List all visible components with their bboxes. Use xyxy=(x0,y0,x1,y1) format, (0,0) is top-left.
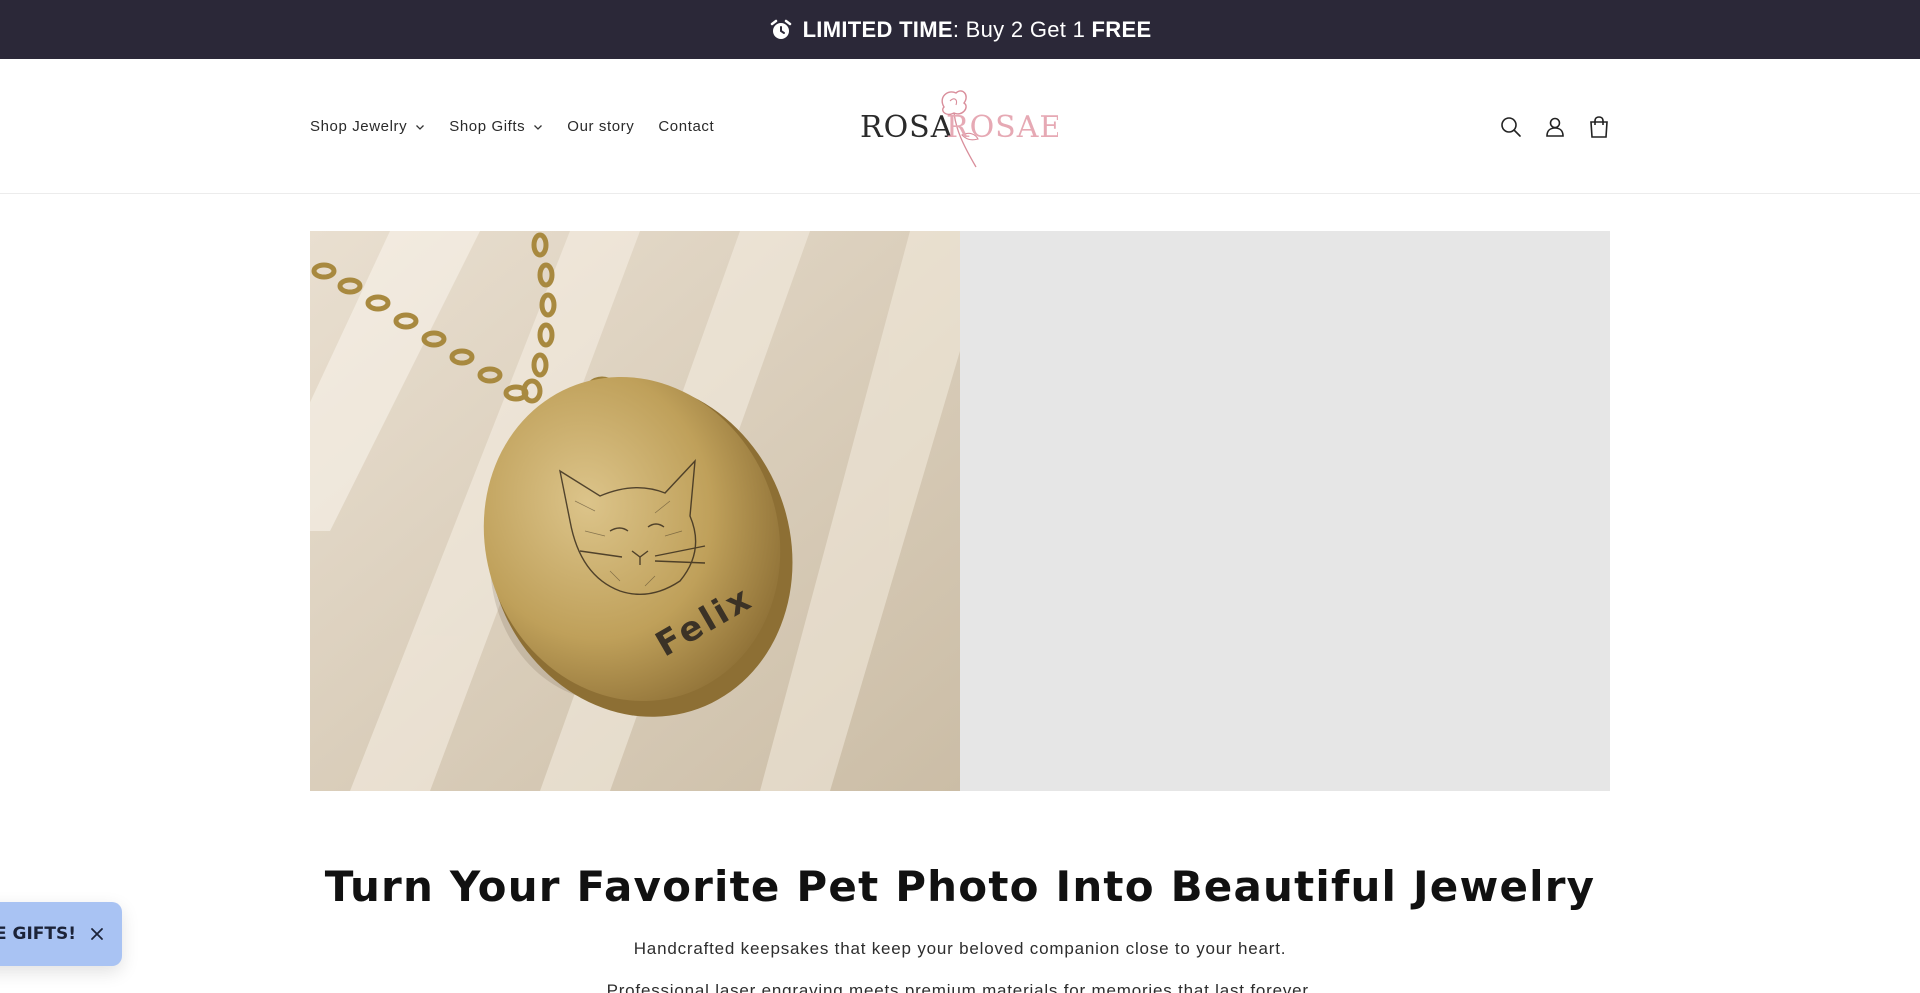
announcement-text: LIMITED TIME: Buy 2 Get 1 FREE xyxy=(802,16,1152,42)
announcement-bar: LIMITED TIME: Buy 2 Get 1 FREE xyxy=(0,0,1920,59)
free-gifts-label: REE GIFTS! xyxy=(0,924,76,944)
page-subtitle: Handcrafted keepsakes that keep your bel… xyxy=(633,939,1287,958)
header-icons xyxy=(1498,59,1612,194)
pet-pendant-photo: Felix xyxy=(310,231,960,791)
chevron-down-icon xyxy=(415,122,425,132)
site-header: Shop Jewelry Shop Gifts Our story Contac… xyxy=(0,59,1920,194)
hero-section: Felix xyxy=(310,231,1610,791)
cart-icon[interactable] xyxy=(1586,114,1612,140)
main-nav: Shop Jewelry Shop Gifts Our story Contac… xyxy=(310,59,738,194)
nav-label: Our story xyxy=(567,118,635,135)
search-icon[interactable] xyxy=(1498,114,1524,140)
logo-text-rosa: ROSA xyxy=(860,110,953,145)
nav-label: Shop Gifts xyxy=(449,118,526,135)
nav-label: Contact xyxy=(658,118,715,135)
page-headline: Turn Your Favorite Pet Photo Into Beauti… xyxy=(324,862,1596,911)
account-icon[interactable] xyxy=(1542,114,1568,140)
logo-text-rosae: ROSAE xyxy=(946,110,1058,145)
nav-our-story[interactable]: Our story xyxy=(567,118,634,135)
free-gifts-badge[interactable]: REE GIFTS! xyxy=(0,902,122,966)
site-logo[interactable]: ROSA ROSAE xyxy=(858,77,1061,177)
nav-contact[interactable]: Contact xyxy=(658,118,714,135)
nav-shop-jewelry[interactable]: Shop Jewelry xyxy=(310,118,425,135)
page-subtitle-secondary: Professional laser engraving meets premi… xyxy=(606,981,1314,993)
hero-placeholder xyxy=(960,231,1610,791)
nav-label: Shop Jewelry xyxy=(310,118,408,135)
alarm-clock-icon xyxy=(769,18,793,42)
close-icon[interactable] xyxy=(90,927,104,941)
chevron-down-icon xyxy=(533,122,543,132)
nav-shop-gifts[interactable]: Shop Gifts xyxy=(449,118,543,135)
